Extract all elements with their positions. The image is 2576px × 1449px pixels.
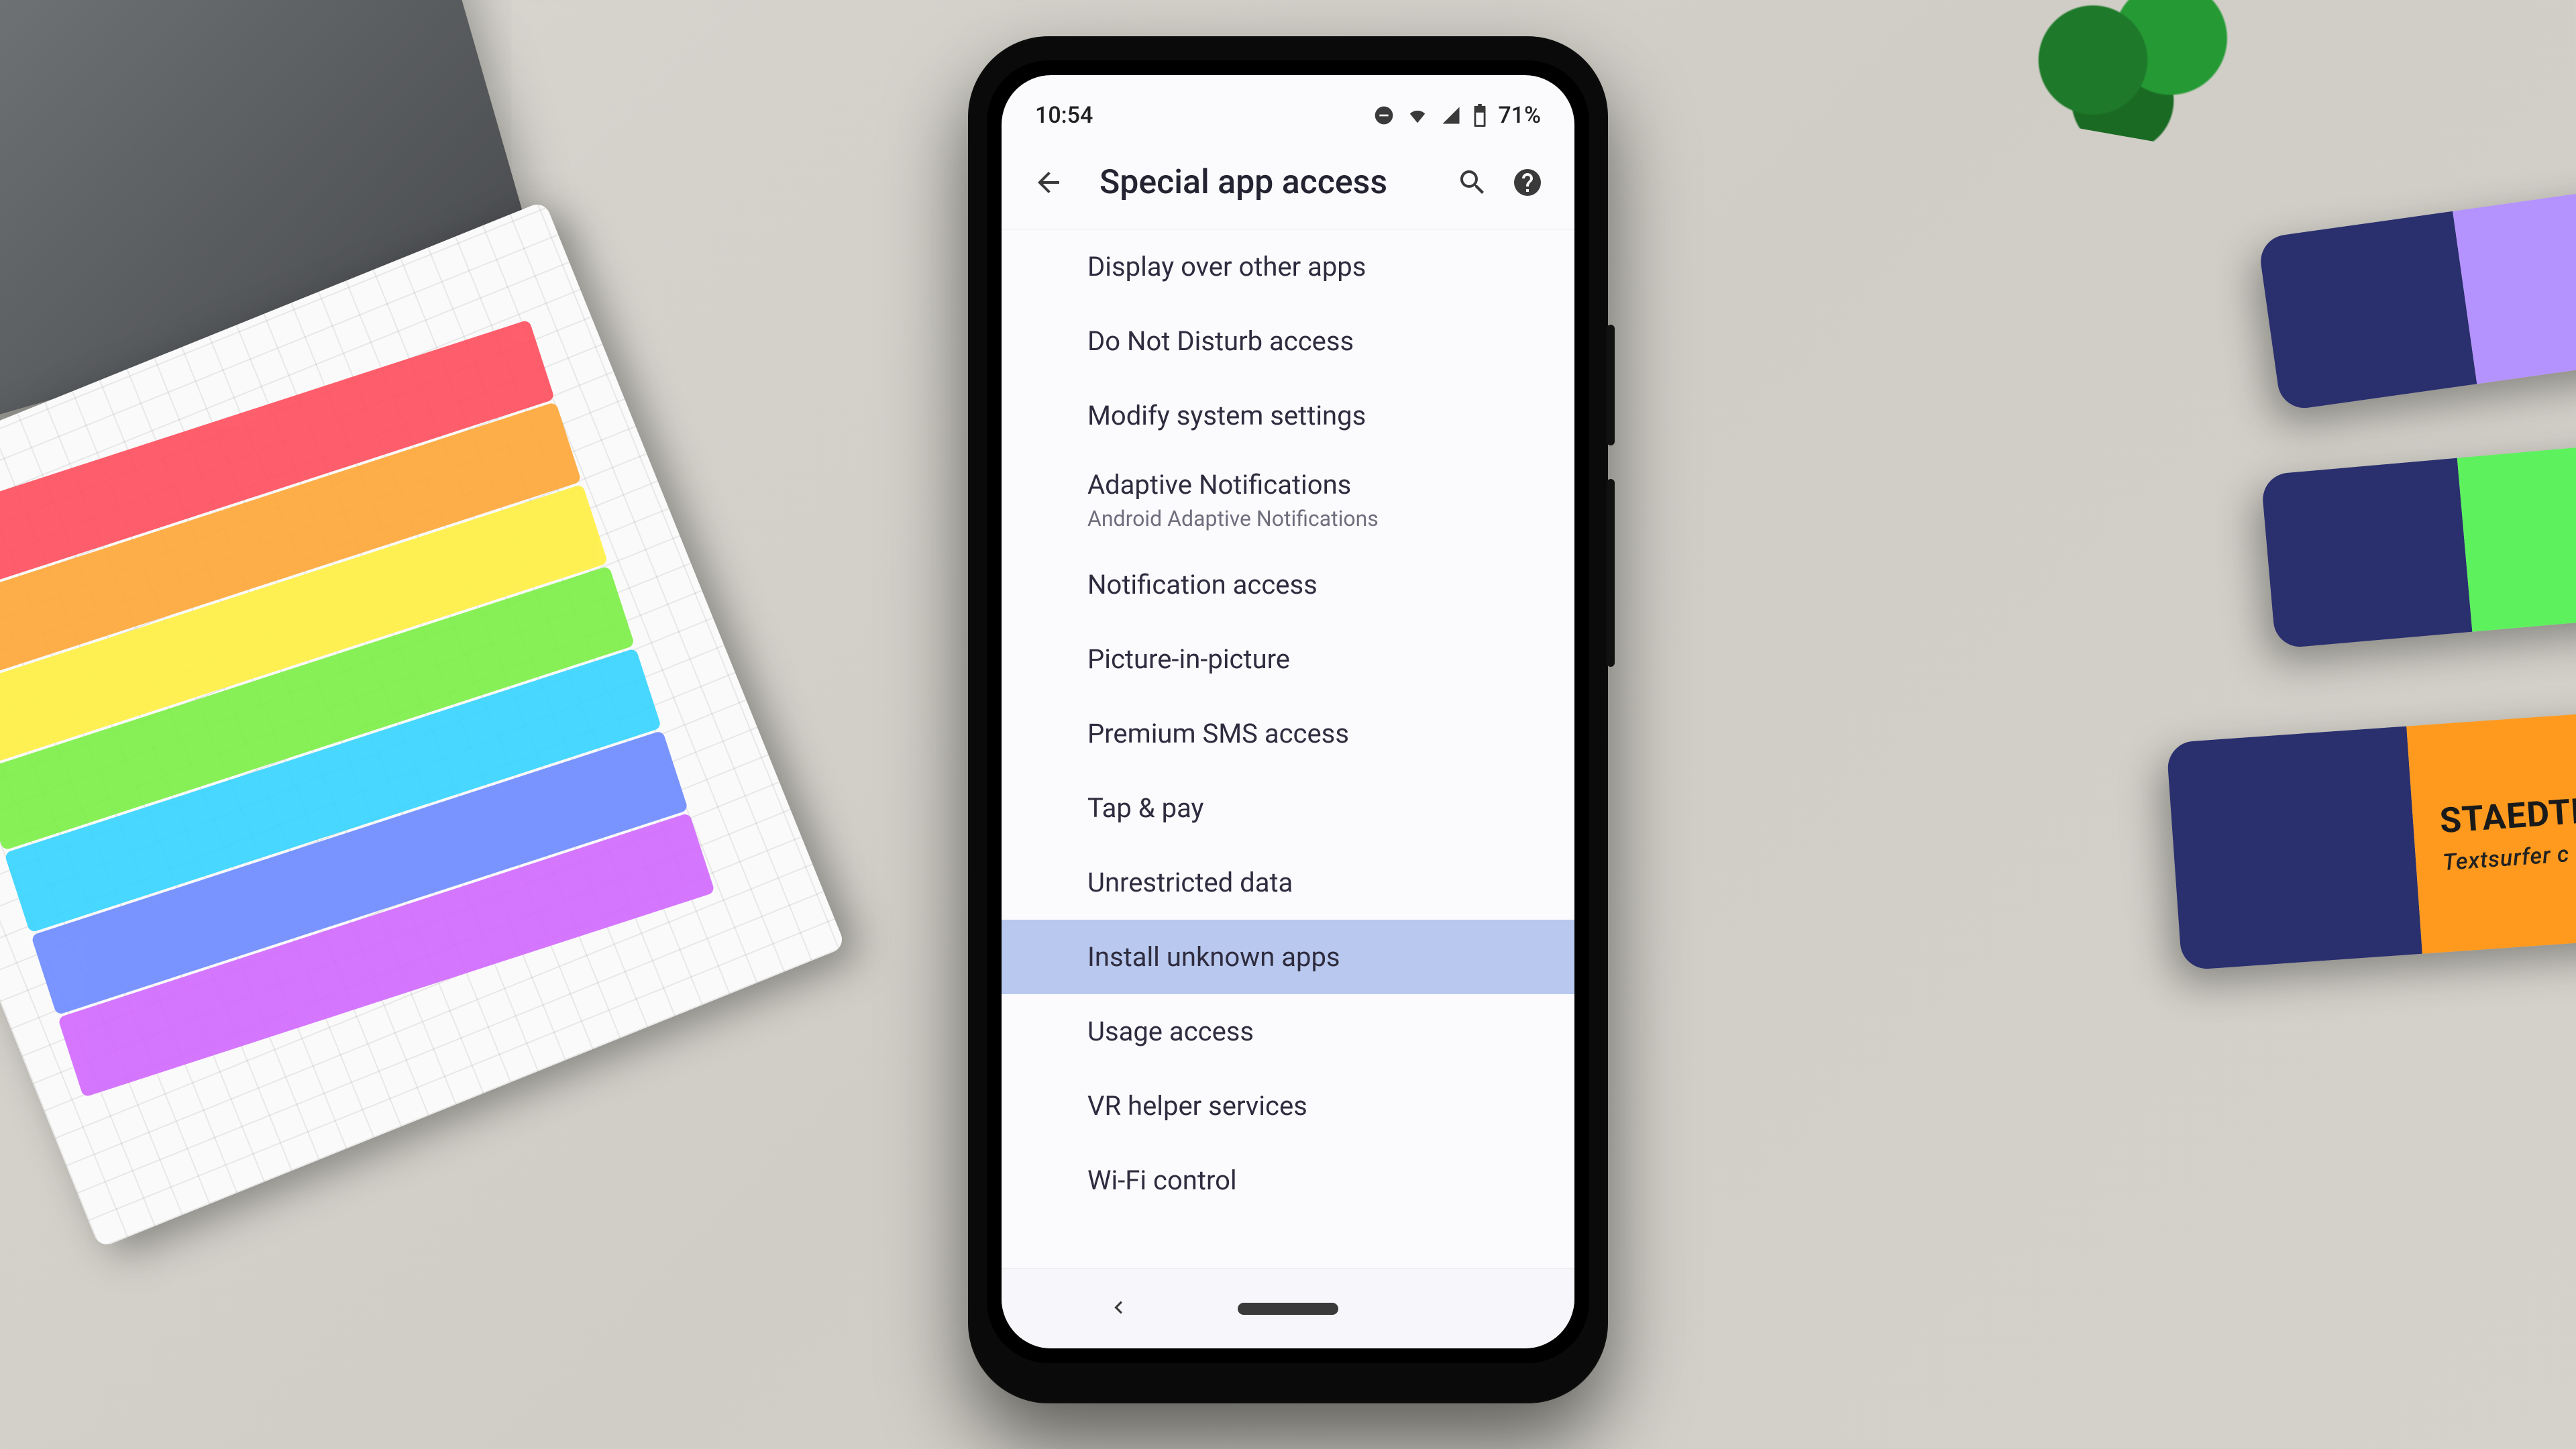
settings-item-label: Picture-in-picture <box>1087 643 1548 675</box>
app-bar: Special app access <box>1002 136 1574 229</box>
status-battery-text: 71% <box>1498 102 1541 129</box>
nav-home-pill[interactable] <box>1238 1303 1338 1315</box>
wifi-icon <box>1405 105 1430 125</box>
settings-item[interactable]: Tap & pay <box>1002 771 1574 845</box>
arrow-back-icon <box>1032 166 1065 199</box>
help-icon <box>1511 166 1544 199</box>
highlighter-purple <box>2257 179 2576 412</box>
settings-item[interactable]: Wi-Fi control <box>1002 1143 1574 1218</box>
do-not-disturb-icon <box>1373 105 1395 126</box>
page-title: Special app access <box>1082 163 1439 202</box>
settings-item-label: Premium SMS access <box>1087 718 1548 749</box>
back-button[interactable] <box>1027 161 1070 204</box>
chevron-left-icon <box>1105 1295 1130 1320</box>
settings-item-label: Display over other apps <box>1087 251 1548 282</box>
settings-item-label: Do Not Disturb access <box>1087 325 1548 357</box>
settings-list[interactable]: Display over other apps Do Not Disturb ac… <box>1002 229 1574 1268</box>
settings-item-label: Notification access <box>1087 569 1548 600</box>
phone-volume-button <box>1607 479 1615 667</box>
settings-item[interactable]: Picture-in-picture <box>1002 622 1574 696</box>
status-time: 10:54 <box>1035 102 1093 129</box>
navigation-bar <box>1002 1268 1574 1348</box>
highlighter-green <box>2261 438 2576 649</box>
phone-frame: 10:54 71% Special app access <box>968 36 1608 1403</box>
settings-item[interactable]: Adaptive Notifications Android Adaptive N… <box>1002 453 1574 547</box>
settings-item[interactable]: Install unknown apps <box>1002 920 1574 994</box>
settings-item[interactable]: Modify system settings <box>1002 378 1574 453</box>
screen: 10:54 71% Special app access <box>1002 75 1574 1348</box>
settings-item-sublabel: Android Adaptive Notifications <box>1087 506 1548 531</box>
settings-item[interactable]: Usage access <box>1002 994 1574 1069</box>
settings-item-label: Modify system settings <box>1087 400 1548 431</box>
settings-item-label: Adaptive Notifications <box>1087 469 1548 500</box>
settings-item-label: Tap & pay <box>1087 792 1548 824</box>
help-button[interactable] <box>1506 161 1549 204</box>
settings-item[interactable]: VR helper services <box>1002 1069 1574 1143</box>
highlighter-brand: STAEDTL <box>2438 790 2576 841</box>
status-bar: 10:54 71% <box>1002 75 1574 136</box>
settings-item[interactable]: Do Not Disturb access <box>1002 304 1574 378</box>
settings-item-label: Unrestricted data <box>1087 867 1548 898</box>
plant <box>1986 0 2254 154</box>
settings-item[interactable]: Premium SMS access <box>1002 696 1574 771</box>
settings-item-label: Install unknown apps <box>1087 941 1548 973</box>
highlighter-orange: STAEDTL Textsurfer c <box>2166 706 2576 971</box>
settings-item[interactable]: Unrestricted data <box>1002 845 1574 920</box>
settings-item-label: Usage access <box>1087 1016 1548 1047</box>
nav-back-button[interactable] <box>1105 1295 1130 1323</box>
search-button[interactable] <box>1451 161 1494 204</box>
settings-item[interactable]: Display over other apps <box>1002 229 1574 304</box>
battery-icon <box>1472 104 1487 127</box>
search-icon <box>1456 166 1489 199</box>
settings-item-label: Wi-Fi control <box>1087 1165 1548 1196</box>
phone-side-button <box>1607 325 1615 445</box>
settings-item-label: VR helper services <box>1087 1090 1548 1122</box>
cellular-signal-icon <box>1440 105 1462 125</box>
settings-item[interactable]: Notification access <box>1002 547 1574 622</box>
highlighter-sub: Textsurfer c <box>2442 841 2571 876</box>
